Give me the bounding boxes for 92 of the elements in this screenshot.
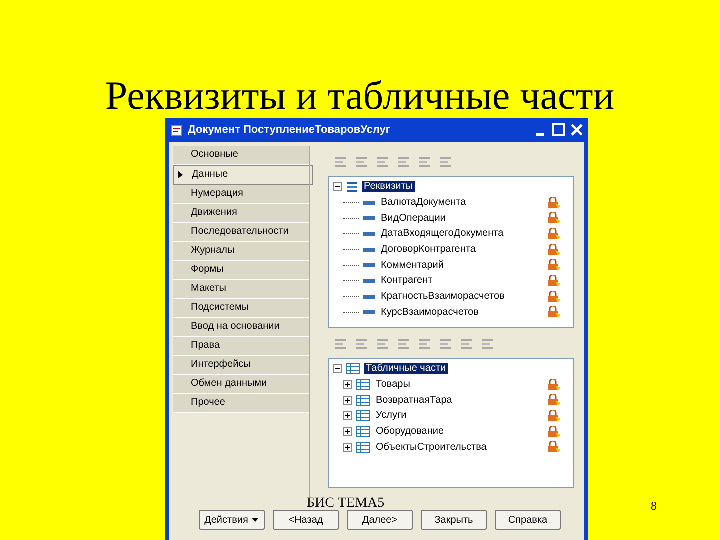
dialog-button[interactable]: Далее> bbox=[347, 510, 413, 530]
toolbar-icon[interactable] bbox=[355, 154, 368, 168]
sidebar-item[interactable]: Подсистемы bbox=[173, 299, 309, 318]
lock-icon bbox=[547, 378, 561, 391]
lock-icon bbox=[547, 259, 561, 272]
tree-item[interactable]: ВозвратнаяТара bbox=[374, 394, 454, 406]
toolbar-icon[interactable] bbox=[460, 336, 473, 350]
dialog-button[interactable]: Справка bbox=[495, 510, 561, 530]
dialog-button[interactable]: Действия bbox=[199, 510, 265, 530]
tree-item[interactable]: КурсВзаиморасчетов bbox=[379, 306, 481, 318]
expand-icon[interactable] bbox=[343, 442, 352, 452]
sidebar-item[interactable]: Нумерация bbox=[173, 185, 309, 204]
lock-icon bbox=[547, 290, 561, 303]
sidebar-item[interactable]: Интерфейсы bbox=[173, 356, 309, 375]
table-icon bbox=[356, 442, 370, 453]
toolbar-icon[interactable] bbox=[334, 154, 347, 168]
lock-icon bbox=[547, 306, 561, 318]
attribute-icon bbox=[363, 216, 375, 220]
attribute-icon bbox=[363, 248, 375, 252]
toolbar-icon[interactable] bbox=[376, 154, 389, 168]
sidebar-item[interactable]: Журналы bbox=[173, 242, 309, 261]
page-number: 8 bbox=[651, 499, 657, 514]
maximize-icon[interactable] bbox=[552, 123, 566, 137]
tree-item[interactable]: ВалютаДокумента bbox=[379, 197, 468, 208]
sidebar-item[interactable]: Обмен данными bbox=[173, 375, 309, 394]
collapse-icon[interactable] bbox=[333, 182, 342, 192]
sidebar-item[interactable]: Основные bbox=[173, 146, 309, 165]
tree-item[interactable]: Оборудование bbox=[374, 426, 446, 438]
toolbar-icon[interactable] bbox=[376, 336, 389, 350]
expand-icon[interactable] bbox=[343, 411, 352, 420]
expand-icon[interactable] bbox=[343, 380, 352, 390]
attribute-icon bbox=[363, 232, 375, 236]
table-icon bbox=[356, 426, 370, 438]
table-icon bbox=[356, 394, 370, 406]
attribute-icon bbox=[363, 263, 375, 268]
tree-item[interactable]: Товары bbox=[374, 379, 412, 390]
tree-item[interactable]: ДоговорКонтрагента bbox=[379, 244, 478, 256]
tree-item[interactable]: ОбъектыСтроительства bbox=[374, 442, 489, 453]
attribute-icon bbox=[363, 278, 375, 283]
stack-icon bbox=[346, 180, 358, 193]
lock-icon bbox=[547, 426, 561, 438]
sidebar-item[interactable]: Движения bbox=[173, 204, 309, 223]
expand-icon[interactable] bbox=[343, 427, 352, 436]
toolbar-icon[interactable] bbox=[439, 154, 452, 168]
attribute-icon bbox=[363, 294, 375, 299]
lock-icon bbox=[547, 274, 561, 287]
document-icon bbox=[171, 124, 182, 136]
lock-icon bbox=[547, 212, 561, 224]
table-icon bbox=[356, 379, 370, 390]
toolbar-icon[interactable] bbox=[418, 154, 431, 168]
toolbar-icon[interactable] bbox=[397, 154, 410, 168]
tree-item[interactable]: КратностьВзаиморасчетов bbox=[379, 291, 507, 302]
lock-icon bbox=[547, 410, 561, 422]
pointer-icon bbox=[178, 171, 183, 179]
tree-item[interactable]: ДатаВходящегоДокумента bbox=[379, 228, 506, 240]
tree-item[interactable]: Табличные части bbox=[364, 363, 448, 374]
lock-icon bbox=[547, 228, 561, 240]
attribute-icon bbox=[363, 310, 375, 314]
sidebar-item[interactable]: Формы bbox=[173, 261, 309, 280]
lock-icon bbox=[547, 441, 561, 454]
caret-icon bbox=[252, 518, 260, 522]
table-icon bbox=[346, 363, 360, 374]
toolbar-icon[interactable] bbox=[334, 336, 347, 350]
sidebar-item[interactable]: Права bbox=[173, 337, 309, 356]
dialog-button[interactable]: <Назад bbox=[273, 510, 339, 530]
dialog-button[interactable]: Закрыть bbox=[421, 510, 487, 530]
attribute-icon bbox=[363, 200, 375, 205]
sidebar-item[interactable]: Прочее bbox=[173, 394, 309, 413]
tree-item[interactable]: ВидОперации bbox=[379, 212, 448, 224]
toolbar-icon[interactable] bbox=[418, 336, 431, 350]
lock-icon bbox=[547, 394, 561, 406]
sidebar-item[interactable]: Макеты bbox=[173, 280, 309, 299]
slide-footer: БИС ТЕМА5 bbox=[307, 496, 385, 512]
tree-item[interactable]: Услуги bbox=[374, 410, 409, 422]
window-title: Документ ПоступлениеТоваровУслуг bbox=[188, 124, 392, 136]
table-icon bbox=[356, 410, 370, 422]
collapse-icon[interactable] bbox=[333, 364, 342, 374]
tree-item[interactable]: Контрагент bbox=[379, 275, 435, 286]
close-icon[interactable] bbox=[570, 123, 584, 137]
lock-icon bbox=[547, 244, 561, 256]
expand-icon[interactable] bbox=[343, 396, 352, 405]
lock-icon bbox=[547, 196, 561, 209]
toolbar-icon[interactable] bbox=[439, 336, 452, 350]
toolbar-icon[interactable] bbox=[481, 336, 494, 350]
sidebar-item[interactable]: Последовательности bbox=[173, 223, 309, 242]
toolbar-icon[interactable] bbox=[397, 336, 410, 350]
toolbar-icon[interactable] bbox=[355, 336, 368, 350]
tree-item[interactable]: Комментарий bbox=[379, 260, 446, 271]
tree-item[interactable]: Реквизиты bbox=[362, 181, 416, 192]
sidebar-item[interactable]: Данные bbox=[173, 165, 313, 185]
slide-title: Реквизиты и табличные части bbox=[105, 73, 615, 118]
sidebar-item[interactable]: Ввод на основании bbox=[173, 318, 309, 337]
